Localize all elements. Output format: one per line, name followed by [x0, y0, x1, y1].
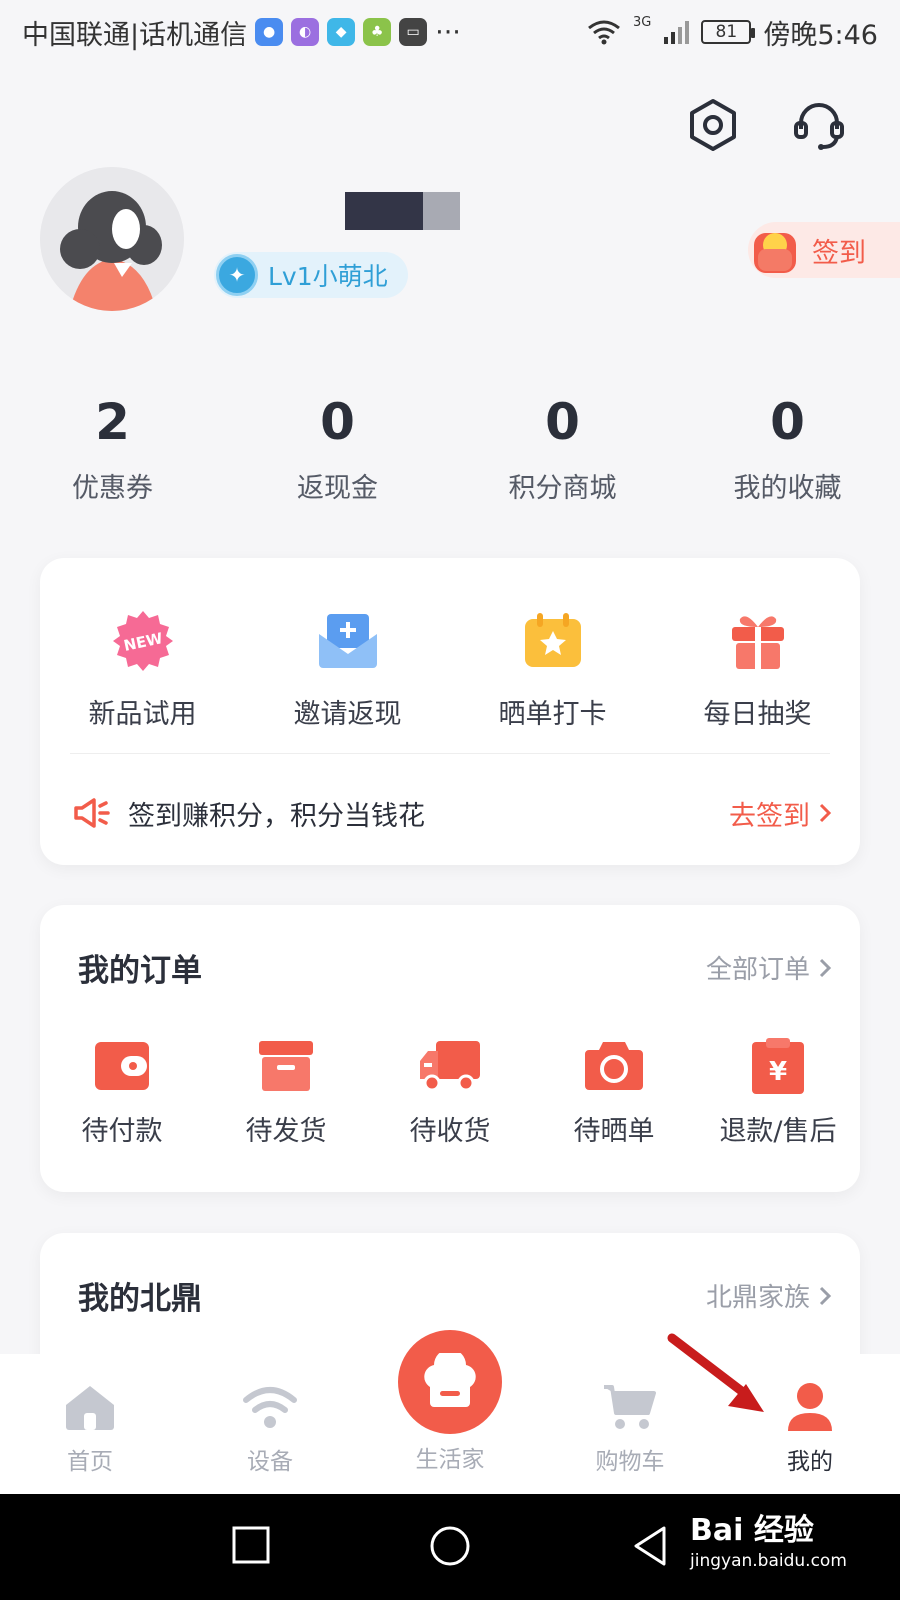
new-badge-icon: NEW	[110, 608, 176, 674]
service-label: 新品试用	[88, 699, 197, 730]
home-button-icon[interactable]	[428, 1524, 472, 1568]
beiding-family-link[interactable]: 北鼎家族	[706, 1277, 832, 1314]
tab-label: 我的	[787, 1449, 833, 1475]
order-label: 待晒单	[573, 1116, 655, 1147]
annotation-arrow	[667, 1333, 764, 1412]
service-label: 晒单打卡	[498, 699, 607, 730]
tab-label: 生活家	[415, 1447, 485, 1473]
stat-coupons[interactable]: 2 优惠券	[0, 392, 225, 505]
cell-signal-icon	[664, 21, 690, 44]
stat-value: 0	[545, 393, 580, 451]
stat-label: 我的收藏	[733, 473, 842, 504]
stat-value: 2	[95, 393, 130, 451]
compass-icon: ✦	[216, 254, 258, 296]
all-orders-link[interactable]: 全部订单	[706, 949, 832, 986]
level-badge[interactable]: ✦ Lv1小萌北	[214, 252, 408, 298]
megaphone-icon	[74, 798, 110, 828]
avatar[interactable]	[40, 167, 184, 311]
baidu-watermark: Bai 经验 jingyan.baidu.com	[690, 1505, 847, 1571]
watermark-brand: Bai 经验	[690, 1513, 814, 1548]
home-icon	[61, 1382, 119, 1432]
svg-text:¥: ¥	[769, 1057, 787, 1087]
order-refund-aftersale[interactable]: ¥ 退款/售后	[696, 1037, 860, 1148]
order-label: 退款/售后	[719, 1116, 837, 1147]
tab-label: 首页	[67, 1449, 113, 1475]
stat-value: 0	[320, 393, 355, 451]
order-pending-payment[interactable]: 待付款	[40, 1037, 204, 1148]
order-label: 待付款	[81, 1116, 163, 1147]
battery-icon: 81	[701, 20, 756, 44]
stat-cashback[interactable]: 0 返现金	[225, 392, 450, 505]
network-type: 3G	[633, 14, 652, 30]
leaf-app-icon: ♣	[363, 18, 392, 46]
username-redacted	[345, 192, 460, 230]
order-label: 待收货	[409, 1116, 491, 1147]
stat-points-mall[interactable]: 0 积分商城	[450, 392, 675, 505]
more-notifications-icon: ···	[435, 16, 461, 48]
divider	[70, 753, 830, 754]
center-life-button[interactable]	[398, 1330, 502, 1434]
tip-text: 签到赚积分，积分当钱花	[128, 800, 425, 832]
chevron-right-icon	[819, 1286, 832, 1305]
chevron-right-icon	[819, 803, 832, 823]
shield-app-icon: ◆	[327, 18, 356, 46]
wifi-signal-icon	[588, 20, 620, 45]
chevron-right-icon	[819, 958, 832, 977]
tab-devices[interactable]: 设备	[180, 1354, 360, 1494]
coin-pouch-icon	[754, 233, 796, 273]
service-daily-lottery[interactable]: 每日抽奖	[655, 608, 860, 731]
calendar-star-icon	[520, 608, 586, 674]
signin-button[interactable]: 签到	[748, 222, 900, 278]
clock: 傍晚5:46	[763, 19, 878, 51]
back-icon[interactable]	[630, 1524, 670, 1568]
wallet-icon	[90, 1037, 154, 1095]
truck-icon	[418, 1037, 482, 1095]
stat-label: 返现金	[297, 473, 378, 504]
status-bar: 中国联通|话机通信 ● ◐ ◆ ♣ ▭ ··· 3G 81 傍晚5:46	[0, 0, 900, 64]
envelope-icon	[315, 608, 381, 674]
service-label: 邀请返现	[293, 699, 402, 730]
signin-tip[interactable]: 签到赚积分，积分当钱花 去签到	[74, 758, 832, 868]
service-label: 每日抽奖	[703, 699, 812, 730]
carrier-label: 中国联通|话机通信	[22, 19, 248, 51]
level-label: Lv1小萌北	[268, 262, 388, 291]
order-pending-receipt[interactable]: 待收货	[368, 1037, 532, 1148]
beiding-title: 我的北鼎	[78, 1281, 202, 1317]
chef-hat-icon	[424, 1353, 476, 1407]
service-new-trial[interactable]: NEW 新品试用	[40, 608, 245, 731]
orders-title: 我的订单	[78, 953, 202, 989]
tab-label: 购物车	[595, 1449, 665, 1475]
tab-label: 设备	[247, 1449, 293, 1475]
order-pending-review[interactable]: 待晒单	[532, 1037, 696, 1148]
orders-card: 我的订单 全部订单 待付款 待发货 待收货 待晒单 ¥ 退款/售后	[40, 905, 860, 1192]
gift-icon	[725, 608, 791, 674]
order-pending-shipment[interactable]: 待发货	[204, 1037, 368, 1148]
service-show-checkin[interactable]: 晒单打卡	[450, 608, 655, 731]
chart-app-icon: ◐	[291, 18, 320, 46]
watermark-url: jingyan.baidu.com	[690, 1551, 847, 1571]
refund-icon: ¥	[746, 1037, 810, 1095]
tab-home[interactable]: 首页	[0, 1354, 180, 1494]
service-invite-cashback[interactable]: 邀请返现	[245, 608, 450, 731]
cart-icon	[601, 1382, 659, 1432]
stat-value: 0	[770, 393, 805, 451]
stat-label: 优惠券	[72, 473, 153, 504]
stat-label: 积分商城	[508, 473, 617, 504]
settings-icon[interactable]	[684, 96, 742, 154]
user-icon	[781, 1382, 839, 1432]
camera-icon	[582, 1037, 646, 1095]
signin-label: 签到	[812, 237, 866, 269]
stat-favorites[interactable]: 0 我的收藏	[675, 392, 900, 505]
services-card: NEW 新品试用 邀请返现 晒单打卡 每日抽奖 签到赚积分，积分当钱花 去签到	[40, 558, 860, 865]
customer-service-icon[interactable]	[790, 96, 848, 154]
bulb-app-icon: ●	[255, 18, 284, 46]
go-signin-link[interactable]: 去签到	[729, 794, 832, 833]
order-label: 待发货	[245, 1116, 327, 1147]
box-icon	[254, 1037, 318, 1095]
wifi-icon	[241, 1382, 299, 1432]
recents-icon[interactable]	[230, 1524, 272, 1566]
huawei-app-icon: ▭	[399, 18, 428, 46]
